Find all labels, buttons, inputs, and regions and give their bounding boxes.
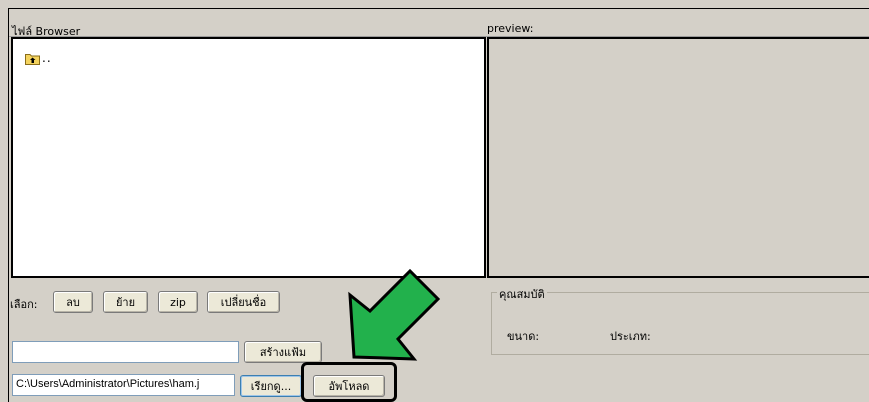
create-folder-button[interactable]: สร้างแฟ้ม bbox=[244, 341, 322, 363]
upload-button[interactable]: อัพโหลด bbox=[313, 375, 385, 397]
rename-button[interactable]: เปลี่ยนชื่อ bbox=[207, 291, 280, 313]
properties-title: คุณสมบัติ bbox=[497, 285, 547, 303]
properties-group bbox=[491, 292, 869, 355]
size-label: ขนาด: bbox=[507, 330, 540, 343]
parent-directory-item[interactable]: .. bbox=[25, 51, 52, 65]
type-label: ประเภท: bbox=[610, 330, 651, 343]
parent-directory-label: .. bbox=[42, 51, 52, 65]
green-arrow-icon bbox=[348, 268, 441, 361]
new-folder-input[interactable] bbox=[12, 341, 239, 363]
preview-panel bbox=[487, 37, 869, 278]
select-label: เลือก: bbox=[10, 298, 38, 311]
delete-button[interactable]: ลบ bbox=[53, 291, 93, 313]
upload-path-input[interactable]: C:\Users\Administrator\Pictures\ham.j bbox=[12, 374, 235, 396]
folder-up-icon bbox=[25, 53, 40, 65]
move-button[interactable]: ย้าย bbox=[103, 291, 148, 313]
preview-title: preview: bbox=[487, 22, 534, 35]
browse-button[interactable]: เรียกดู... bbox=[240, 375, 302, 397]
file-list-panel[interactable]: .. bbox=[11, 37, 486, 278]
zip-button[interactable]: zip bbox=[158, 291, 198, 313]
